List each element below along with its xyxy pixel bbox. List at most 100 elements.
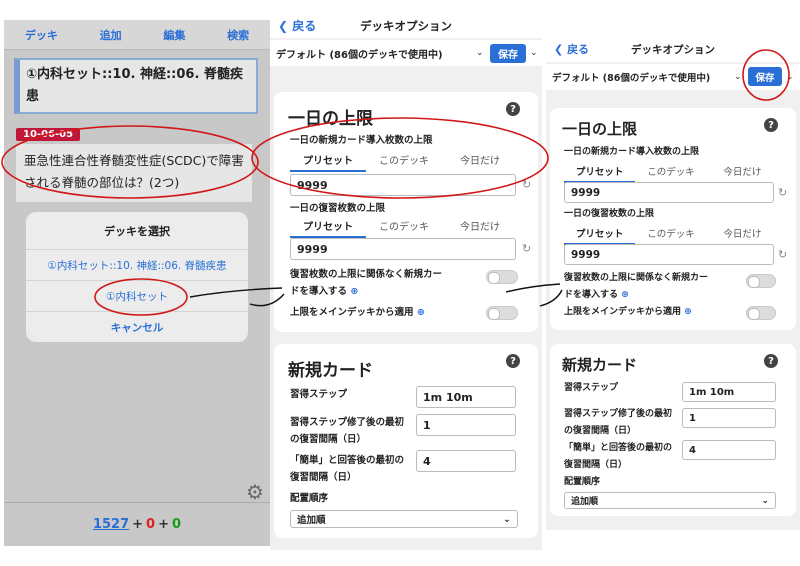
reset-icon[interactable]: ↻ [522,242,531,255]
save-button[interactable]: 保存 [748,67,782,86]
sheet-option-subdeck[interactable]: ①内科セット::10. 神経::06. 脊髄疾患 [26,250,248,281]
learn-count: 0 [146,517,156,532]
card-question: 亜急性連合性脊髄変性症(SCDC)で障害される脊髄の部位は？(2つ) [16,144,252,202]
learning-steps-label: 習得ステップ [564,383,619,393]
graduating-interval-input[interactable]: 1 [682,408,776,428]
chevron-down-icon[interactable]: ⌄ [786,72,794,82]
learning-steps-input[interactable]: 1m 10m [682,382,776,402]
tab-today-only[interactable]: 今日だけ [442,218,518,238]
sheet-cancel-button[interactable]: キャンセル [26,312,248,342]
review-toolbar: デッキ 追加 編集 検索 [4,20,270,50]
globe-icon: ⊕ [684,307,692,317]
decks-button[interactable]: デッキ [25,27,58,43]
daily-limits-card: 一日の上限 ? 一日の新規カード導入枚数の上限 プリセット このデッキ 今日だけ… [274,92,538,332]
search-button[interactable]: 検索 [227,27,249,43]
save-button[interactable]: 保存 [490,44,526,63]
plus-sign: + [158,517,169,532]
nav-bar: ❮ 戻る デッキオプション [270,12,542,38]
daily-limits-heading: 一日の上限 [288,109,373,129]
tab-today-only[interactable]: 今日だけ [707,164,778,183]
help-icon[interactable]: ? [764,354,778,368]
deck-select-sheet: デッキを選択 ①内科セット::10. 神経::06. 脊髄疾患 ①内科セット キ… [26,212,248,342]
toggle-label-text: 復習枚数の上限に関係なく新規カードを導入する [564,273,709,300]
preset-select[interactable]: デフォルト (86個のデッキで使用中) [548,67,714,87]
tab-preset[interactable]: プリセット [290,218,366,238]
toggle-label-text: 上限をメインデッキから適用 [290,307,414,318]
chevron-down-icon[interactable]: ⌄ [530,48,538,58]
easy-interval-input[interactable]: 4 [682,440,776,460]
new-ignore-review-limit-label: 復習枚数の上限に関係なく新規カードを導入する ⊕ [564,270,714,304]
reset-icon[interactable]: ↻ [522,178,531,191]
tab-today-only[interactable]: 今日だけ [707,226,778,245]
new-limit-input[interactable]: 9999 [290,174,516,196]
card-deck-name: ①内科セット::10. 神経::06. 脊髄疾患 [14,58,258,114]
help-icon[interactable]: ? [764,118,778,132]
new-cards-card: 新規カード ? 習得ステップ 1m 10m 習得ステップ修了後の最初の復習間隔（… [274,344,538,538]
tab-preset[interactable]: プリセット [564,164,636,183]
learning-steps-label: 習得ステップ [290,389,348,400]
new-cards-heading: 新規カード [562,356,638,374]
new-ignore-review-limit-toggle[interactable] [486,270,518,284]
nav-bar: ❮ 戻る デッキオプション [546,36,800,62]
preset-bar: デフォルト (86個のデッキで使用中) ⌄ 保存 ⌄ [546,64,800,90]
new-limit-label: 一日の新規カード導入枚数の上限 [564,147,700,157]
sheet-option-main-deck[interactable]: ①内科セット [26,281,248,312]
review-limit-label: 一日の復習枚数の上限 [564,209,655,219]
new-cards-heading: 新規カード [288,361,373,381]
reset-icon[interactable]: ↻ [778,186,787,199]
globe-icon: ⊕ [350,286,359,297]
review-count: 0 [172,517,182,532]
sheet-title: デッキを選択 [26,212,248,250]
tab-preset[interactable]: プリセット [290,152,366,172]
graduating-interval-label: 習得ステップ修了後の最初の復習間隔（日） [290,417,405,445]
insertion-order-label: 配置順序 [290,493,329,504]
learning-steps-input[interactable]: 1m 10m [416,386,516,408]
reset-icon[interactable]: ↻ [778,248,787,261]
chevron-down-icon[interactable]: ⌄ [734,72,742,82]
toggle-label-text: 復習枚数の上限に関係なく新規カードを導入する [290,269,443,297]
new-limit-input[interactable]: 9999 [564,182,774,203]
preset-select[interactable]: デフォルト (86個のデッキで使用中) [272,43,447,63]
new-ignore-review-limit-toggle[interactable] [746,274,776,288]
new-limit-tabs: プリセット このデッキ 今日だけ [290,152,518,172]
review-limit-input[interactable]: 9999 [564,244,774,265]
gear-icon[interactable]: ⚙ [246,480,264,504]
tab-today-only[interactable]: 今日だけ [442,152,518,172]
graduating-interval-input[interactable]: 1 [416,414,516,436]
easy-interval-label: 「簡単」と回答後の最初の復習間隔（日） [290,455,405,483]
new-cards-card: 新規カード ? 習得ステップ 1m 10m 習得ステップ修了後の最初の復習間隔（… [550,344,796,516]
new-limit-tabs: プリセット このデッキ 今日だけ [564,164,778,183]
preset-bar: デフォルト (86個のデッキで使用中) ⌄ 保存 ⌄ [270,40,542,66]
deck-options-screen: ❮ 戻る デッキオプション デフォルト (86個のデッキで使用中) ⌄ 保存 ⌄… [270,12,542,550]
insertion-order-select[interactable]: 追加順 ⌄ [564,492,776,509]
help-icon[interactable]: ? [506,102,520,116]
insertion-order-value: 追加順 [571,497,599,507]
apply-main-deck-limit-toggle[interactable] [746,306,776,320]
tab-this-deck[interactable]: このデッキ [366,218,442,238]
insertion-order-label: 配置順序 [564,477,601,487]
tab-this-deck[interactable]: このデッキ [635,164,706,183]
add-button[interactable]: 追加 [100,27,122,43]
plus-sign: + [132,517,144,532]
chevron-down-icon[interactable]: ⌄ [476,48,484,58]
tab-this-deck[interactable]: このデッキ [635,226,706,245]
chevron-down-icon: ⌄ [761,495,769,506]
apply-main-deck-limit-toggle[interactable] [486,306,518,320]
insertion-order-select[interactable]: 追加順 ⌄ [290,510,518,528]
new-ignore-review-limit-label: 復習枚数の上限に関係なく新規カードを導入する ⊕ [290,266,450,300]
help-icon[interactable]: ? [506,354,520,368]
easy-interval-label: 「簡単」と回答後の最初の復習間隔（日） [564,443,673,470]
review-limit-input[interactable]: 9999 [290,238,516,260]
edit-button[interactable]: 編集 [163,27,185,43]
globe-icon: ⊕ [416,307,425,318]
tab-preset[interactable]: プリセット [564,226,636,245]
due-counts: 1527 + 0 + 0 [4,502,270,546]
new-limit-label: 一日の新規カード導入枚数の上限 [290,135,433,146]
easy-interval-input[interactable]: 4 [416,450,516,472]
review-limit-tabs: プリセット このデッキ 今日だけ [290,218,518,238]
globe-icon: ⊕ [621,290,629,300]
chevron-down-icon: ⌄ [503,513,511,525]
daily-limits-card: 一日の上限 ? 一日の新規カード導入枚数の上限 プリセット このデッキ 今日だけ… [550,108,796,330]
tab-this-deck[interactable]: このデッキ [366,152,442,172]
review-limit-tabs: プリセット このデッキ 今日だけ [564,226,778,245]
